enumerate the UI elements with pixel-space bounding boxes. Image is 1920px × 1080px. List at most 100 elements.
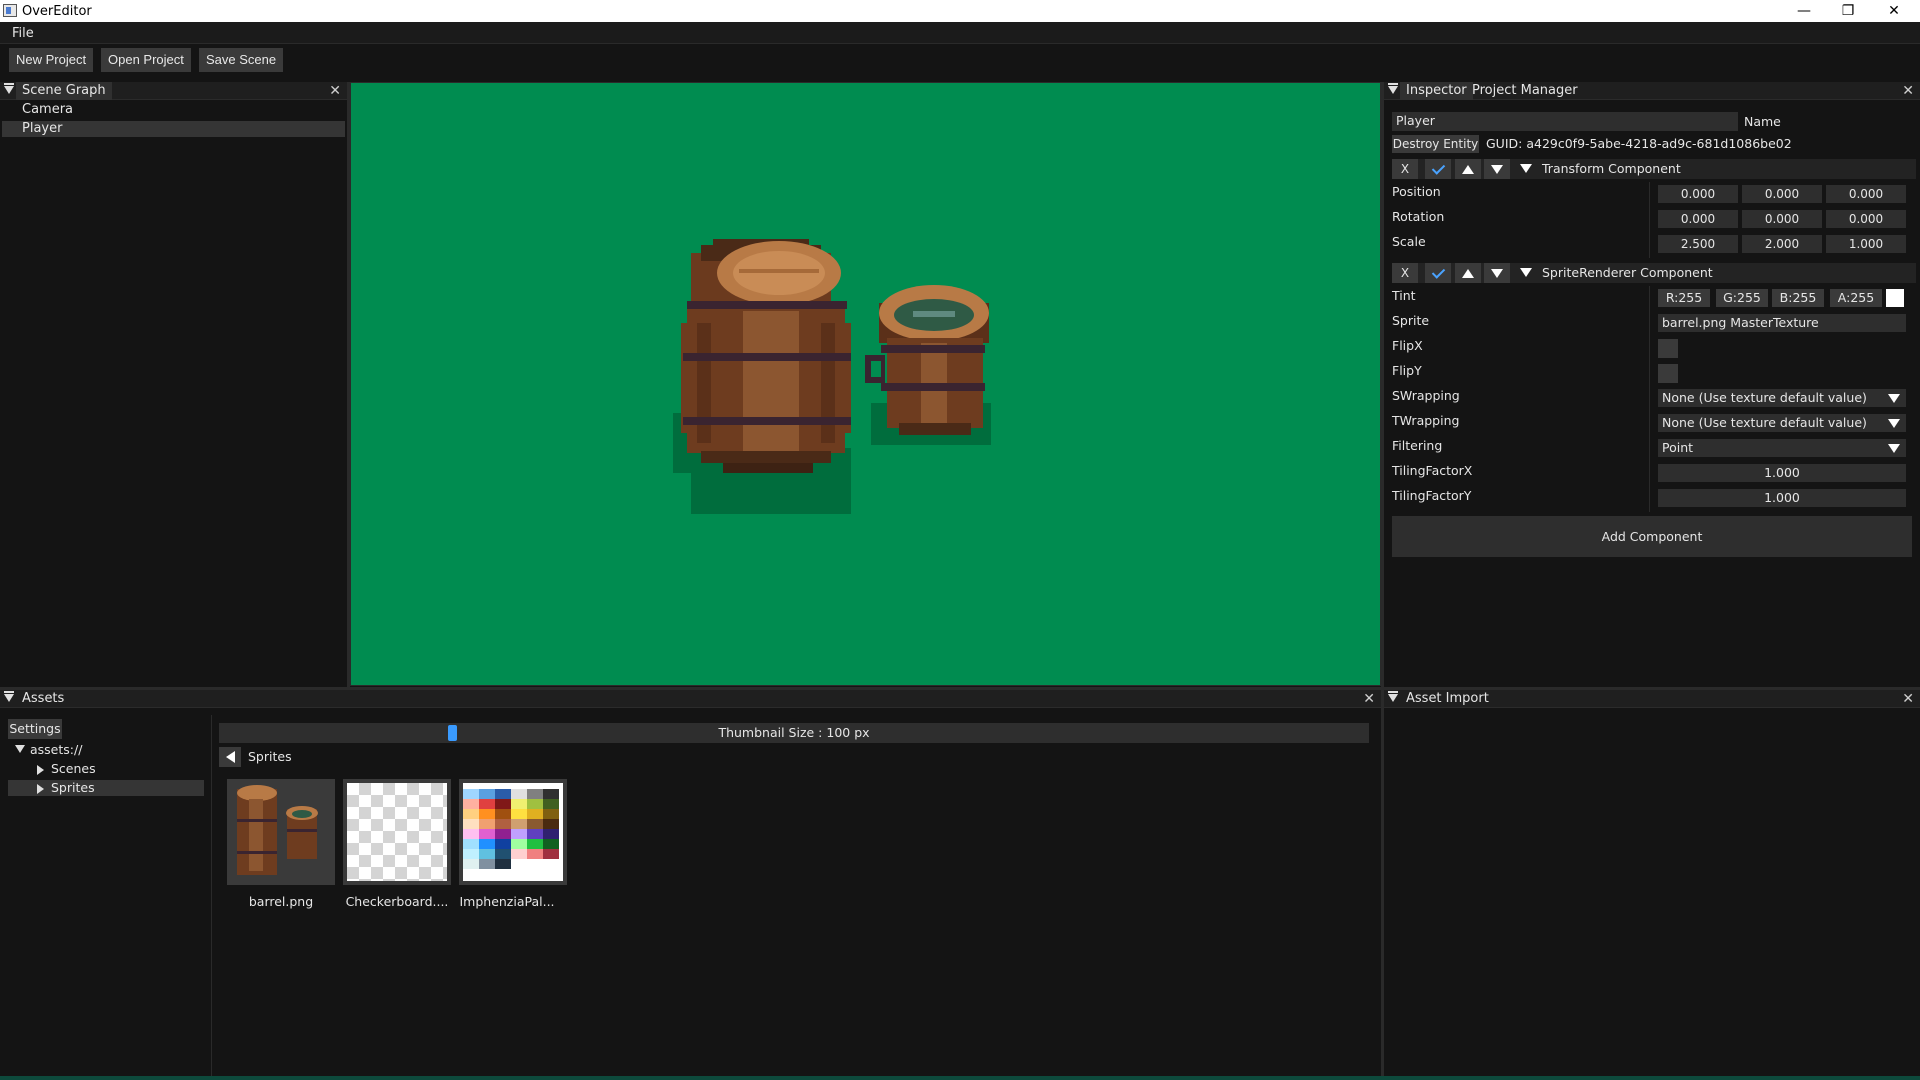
sprite-renderer-enabled-checkbox[interactable] (1425, 263, 1451, 283)
folder-expand-icon[interactable] (37, 765, 44, 775)
position-x-field[interactable]: 0.000 (1658, 185, 1738, 203)
tint-color-swatch[interactable] (1886, 289, 1904, 307)
filtering-select[interactable]: Point (1658, 439, 1906, 457)
collapse-icon[interactable] (1388, 83, 1398, 94)
position-z-field[interactable]: 0.000 (1826, 185, 1906, 203)
scale-y-field[interactable]: 2.000 (1742, 235, 1822, 253)
close-icon[interactable]: ✕ (1902, 83, 1914, 99)
close-window-icon[interactable]: ✕ (1872, 0, 1916, 22)
asset-barrel-thumbnail[interactable] (227, 779, 335, 885)
rotation-y-field[interactable]: 0.000 (1742, 210, 1822, 228)
arrow-up-icon (1462, 164, 1474, 174)
tilingx-label: TilingFactorX (1392, 463, 1473, 478)
menu-file[interactable]: File (12, 26, 34, 41)
arrow-left-icon (225, 751, 235, 763)
chevron-down-icon (1888, 394, 1900, 403)
rotation-z-field[interactable]: 0.000 (1826, 210, 1906, 228)
tab-assets[interactable]: Assets (16, 690, 70, 708)
close-icon[interactable]: ✕ (329, 83, 341, 99)
collapse-icon[interactable] (1388, 691, 1398, 702)
flipy-label: FlipY (1392, 363, 1422, 378)
asset-checkerboard-label: Checkerboard.... (345, 894, 449, 909)
folder-expand-icon[interactable] (37, 784, 44, 794)
palette-thumbnail-icon (463, 783, 563, 881)
open-project-button[interactable]: Open Project (101, 48, 191, 72)
tab-asset-import[interactable]: Asset Import (1400, 690, 1495, 708)
scale-label: Scale (1392, 234, 1426, 249)
flipy-checkbox[interactable] (1658, 364, 1678, 383)
scene-item-camera[interactable]: Camera (2, 102, 345, 118)
name-label: Name (1744, 114, 1781, 129)
minimize-icon[interactable]: — (1782, 0, 1826, 22)
check-icon (1431, 264, 1445, 279)
chevron-down-icon (1888, 444, 1900, 453)
transform-component-title: Transform Component (1542, 161, 1681, 176)
tint-g-field[interactable]: G:255 (1716, 289, 1768, 307)
scale-x-field[interactable]: 2.500 (1658, 235, 1738, 253)
app-icon (3, 4, 17, 17)
move-up-button[interactable] (1455, 263, 1481, 283)
back-button[interactable] (219, 747, 241, 767)
position-label: Position (1392, 184, 1441, 199)
restore-icon[interactable]: ❐ (1826, 0, 1870, 22)
move-down-button[interactable] (1484, 159, 1510, 179)
status-strip (0, 1076, 1920, 1080)
tint-a-field[interactable]: A:255 (1830, 289, 1882, 307)
swrapping-value: None (Use texture default value) (1662, 390, 1867, 405)
thumbnail-size-slider[interactable]: Thumbnail Size : 100 px (219, 723, 1369, 743)
move-up-button[interactable] (1455, 159, 1481, 179)
assets-settings-button[interactable]: Settings (8, 719, 62, 739)
tab-inspector[interactable]: Inspector (1400, 82, 1473, 100)
scale-z-field[interactable]: 1.000 (1826, 235, 1906, 253)
assets-header: Assets ✕ (0, 690, 1381, 708)
remove-sprite-renderer-button[interactable]: X (1392, 263, 1418, 283)
filtering-value: Point (1662, 440, 1694, 455)
tint-r-field[interactable]: R:255 (1658, 289, 1710, 307)
collapse-icon[interactable] (4, 691, 14, 702)
folder-scenes[interactable]: Scenes (51, 761, 96, 776)
collapse-sprite-renderer-icon[interactable] (1520, 268, 1532, 277)
tab-scene-graph[interactable]: Scene Graph (16, 82, 112, 100)
tint-b-field[interactable]: B:255 (1772, 289, 1824, 307)
tab-project-manager[interactable]: Project Manager (1466, 82, 1584, 100)
arrow-up-icon (1462, 268, 1474, 278)
swrapping-select[interactable]: None (Use texture default value) (1658, 389, 1906, 407)
tilingy-field[interactable]: 1.000 (1658, 489, 1906, 507)
remove-transform-button[interactable]: X (1392, 159, 1418, 179)
close-icon[interactable]: ✕ (1363, 691, 1375, 707)
sprite-field[interactable]: barrel.png MasterTexture (1658, 314, 1906, 332)
current-folder-label: Sprites (248, 749, 292, 764)
tilingy-label: TilingFactorY (1392, 488, 1472, 503)
expand-icon[interactable] (15, 745, 25, 753)
assets-root[interactable]: assets:// (30, 742, 82, 757)
folder-sprites[interactable]: Sprites (51, 780, 95, 795)
asset-checkerboard-thumbnail[interactable] (343, 779, 451, 885)
close-icon[interactable]: ✕ (1902, 691, 1914, 707)
destroy-entity-button[interactable]: Destroy Entity (1392, 135, 1479, 153)
collapse-icon[interactable] (4, 83, 14, 94)
menu-bar: File (0, 22, 1920, 44)
guid-text: GUID: a429c0f9-5abe-4218-ad9c-681d1086be… (1486, 136, 1792, 151)
save-scene-button[interactable]: Save Scene (199, 48, 284, 72)
tilingx-field[interactable]: 1.000 (1658, 464, 1906, 482)
tint-label: Tint (1392, 288, 1416, 303)
transform-enabled-checkbox[interactable] (1425, 159, 1451, 179)
entity-name-input[interactable]: Player (1392, 112, 1738, 131)
twrapping-select[interactable]: None (Use texture default value) (1658, 414, 1906, 432)
rotation-x-field[interactable]: 0.000 (1658, 210, 1738, 228)
big-barrel-sprite (673, 239, 851, 514)
collapse-transform-icon[interactable] (1520, 164, 1532, 173)
scene-item-player[interactable]: Player (2, 121, 345, 137)
column-divider (1649, 286, 1650, 512)
check-icon (1431, 160, 1445, 175)
position-y-field[interactable]: 0.000 (1742, 185, 1822, 203)
thumbnail-size-label: Thumbnail Size : 100 px (718, 725, 870, 740)
toolbar (0, 44, 1920, 80)
move-down-button[interactable] (1484, 263, 1510, 283)
flipx-checkbox[interactable] (1658, 339, 1678, 358)
asset-palette-thumbnail[interactable] (459, 779, 567, 885)
add-component-button[interactable]: Add Component (1392, 516, 1912, 557)
scene-viewport[interactable] (350, 82, 1381, 686)
twrapping-value: None (Use texture default value) (1662, 415, 1867, 430)
new-project-button[interactable]: New Project (9, 48, 94, 72)
